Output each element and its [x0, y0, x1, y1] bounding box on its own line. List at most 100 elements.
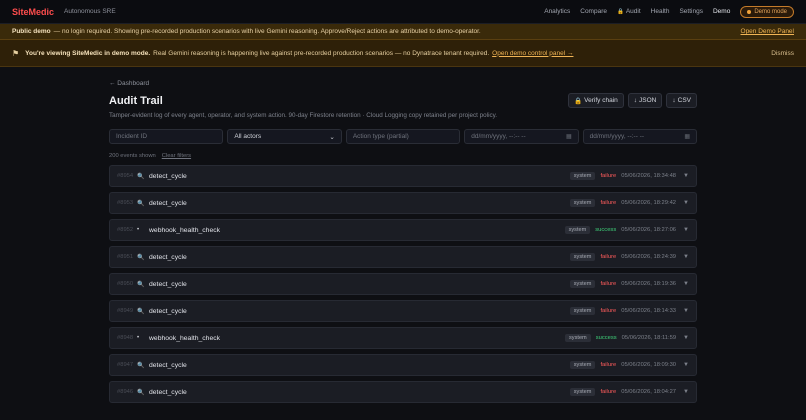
actor-badge: system: [565, 334, 591, 342]
actors-select-value: All actors: [234, 133, 262, 140]
date-from-input[interactable]: dd/mm/yyyy, --:-- -- ▦: [464, 129, 579, 144]
results-summary: 200 events shown Clear filters: [109, 153, 697, 159]
magnifier-icon: 🔍: [137, 362, 145, 369]
expand-caret-icon[interactable]: ▼: [683, 281, 689, 287]
status-label: failure: [600, 281, 617, 287]
status-label: failure: [600, 254, 617, 260]
event-row[interactable]: #8951 🔍 detect_cycle system failure 05/06/202…: [109, 246, 697, 268]
actors-select[interactable]: All actors ⌄: [227, 129, 342, 144]
event-action: webhook_health_check: [149, 226, 221, 234]
event-timestamp: 05/06/2026, 18:14:33: [621, 308, 677, 314]
back-to-dashboard-link[interactable]: ← Dashboard: [109, 80, 149, 87]
event-meta: system failure 05/06/2026, 18:34:48 ▼: [569, 172, 689, 180]
action-type-input[interactable]: Action type (partial): [345, 129, 461, 144]
nav-settings[interactable]: Settings: [679, 8, 703, 15]
magnifier-icon: 🔍: [137, 281, 145, 288]
status-label: failure: [600, 173, 617, 179]
status-label: failure: [600, 200, 617, 206]
dismiss-button[interactable]: Dismiss: [771, 50, 794, 57]
expand-caret-icon[interactable]: ▼: [683, 308, 689, 314]
brand-logo[interactable]: SiteMedic: [12, 7, 54, 17]
event-row[interactable]: #8953 🔍 detect_cycle system failure 05/06/202…: [109, 192, 697, 214]
event-action: detect_cycle: [149, 280, 187, 288]
public-demo-text: — no login required. Showing pre-recorde…: [53, 28, 481, 35]
event-action: detect_cycle: [149, 172, 187, 180]
flag-icon: ⚑: [12, 48, 20, 58]
expand-caret-icon[interactable]: ▼: [683, 335, 689, 341]
magnifier-icon: 🔍: [137, 308, 145, 315]
event-meta: system failure 05/06/2026, 18:29:42 ▼: [569, 199, 689, 207]
event-id: #8952: [117, 227, 134, 233]
actor-badge: system: [569, 361, 596, 369]
event-row[interactable]: #8947 🔍 detect_cycle system failure 05/06/202…: [109, 354, 697, 376]
event-row[interactable]: #8946 🔍 detect_cycle system failure 05/06/202…: [109, 381, 697, 403]
nav-audit[interactable]: 🔒 Audit: [617, 8, 641, 15]
expand-caret-icon[interactable]: ▼: [683, 173, 689, 179]
date-from-value: dd/mm/yyyy, --:-- --: [471, 133, 526, 140]
actor-badge: system: [569, 388, 596, 396]
status-dot-icon: [747, 9, 752, 14]
export-csv-label: CSV: [677, 97, 691, 104]
clear-filters-link[interactable]: Clear filters: [162, 153, 191, 159]
event-meta: system failure 05/06/2026, 18:24:39 ▼: [569, 253, 689, 261]
actor-badge: system: [569, 307, 596, 315]
expand-caret-icon[interactable]: ▼: [683, 200, 689, 206]
event-action: detect_cycle: [149, 361, 187, 369]
event-row[interactable]: #8952 • webhook_health_check system success 0…: [109, 219, 697, 241]
nav-analytics[interactable]: Analytics: [544, 8, 570, 15]
nav-demo[interactable]: Demo: [713, 8, 730, 15]
event-row[interactable]: #8954 🔍 detect_cycle system failure 05/06/202…: [109, 165, 697, 187]
open-demo-control-link[interactable]: Open demo control panel →: [492, 50, 573, 57]
download-icon: ↓: [633, 97, 638, 104]
magnifier-icon: 🔍: [137, 389, 145, 396]
expand-caret-icon[interactable]: ▼: [683, 389, 689, 395]
main-content: ← Dashboard Audit Trail 🔒 Verify chain ↓ J…: [109, 80, 698, 403]
top-nav: SiteMedic Autonomous SRE Analytics Compa…: [0, 0, 806, 24]
nav-compare[interactable]: Compare: [580, 8, 607, 15]
nav-audit-label: Audit: [625, 8, 641, 15]
event-row[interactable]: #8950 🔍 detect_cycle system failure 05/06/202…: [109, 273, 697, 295]
date-to-value: dd/mm/yyyy, --:-- --: [589, 133, 645, 140]
event-meta: system failure 05/06/2026, 18:19:36 ▼: [569, 280, 689, 288]
event-timestamp: 05/06/2026, 18:11:59: [621, 335, 677, 341]
header-actions: 🔒 Verify chain ↓ JSON ↓ CSV: [568, 93, 697, 108]
lock-icon: 🔒: [574, 97, 583, 105]
demo-mode-pill[interactable]: Demo mode: [740, 5, 794, 18]
page-title: Audit Trail: [109, 94, 163, 107]
event-row[interactable]: #8949 🔍 detect_cycle system failure 05/06/202…: [109, 300, 697, 322]
event-id: #8951: [117, 254, 134, 260]
date-to-input[interactable]: dd/mm/yyyy, --:-- -- ▦: [582, 129, 698, 144]
status-label: success: [595, 227, 617, 233]
expand-caret-icon[interactable]: ▼: [683, 254, 689, 260]
event-id: #8946: [117, 389, 134, 395]
export-json-button[interactable]: ↓ JSON: [627, 93, 663, 108]
event-id: #8950: [117, 281, 134, 287]
dot-icon: •: [137, 335, 140, 341]
expand-caret-icon[interactable]: ▼: [683, 362, 689, 368]
event-id: #8953: [117, 200, 134, 206]
event-id: #8948: [117, 335, 134, 341]
verify-chain-button[interactable]: 🔒 Verify chain: [568, 93, 624, 108]
magnifier-icon: 🔍: [137, 173, 145, 180]
export-csv-button[interactable]: ↓ CSV: [666, 93, 697, 108]
event-meta: system failure 05/06/2026, 18:14:33 ▼: [569, 307, 689, 315]
demo-pill-label: Demo mode: [754, 8, 787, 15]
public-demo-title: Public demo: [12, 28, 51, 35]
actor-badge: system: [569, 199, 596, 207]
calendar-icon[interactable]: ▦: [684, 133, 690, 140]
event-action: detect_cycle: [149, 199, 187, 207]
demo-mode-text: Real Gemini reasoning is happening live …: [153, 49, 490, 57]
event-timestamp: 05/06/2026, 18:29:42: [621, 200, 677, 206]
public-demo-banner: Public demo — no login required. Showing…: [0, 24, 806, 40]
event-action: detect_cycle: [149, 307, 187, 315]
event-row[interactable]: #8948 • webhook_health_check system success 0…: [109, 327, 697, 349]
incident-id-input[interactable]: Incident ID: [109, 129, 224, 144]
demo-mode-title: You're viewing SiteMedic in demo mode.: [25, 49, 151, 57]
nav-health[interactable]: Health: [651, 8, 670, 15]
event-id: #8954: [117, 173, 134, 179]
open-demo-panel-link[interactable]: Open Demo Panel: [741, 28, 794, 35]
calendar-icon[interactable]: ▦: [566, 133, 572, 140]
event-timestamp: 05/06/2026, 18:27:06: [621, 227, 677, 233]
event-timestamp: 05/06/2026, 18:04:27: [621, 389, 677, 395]
expand-caret-icon[interactable]: ▼: [683, 227, 689, 233]
